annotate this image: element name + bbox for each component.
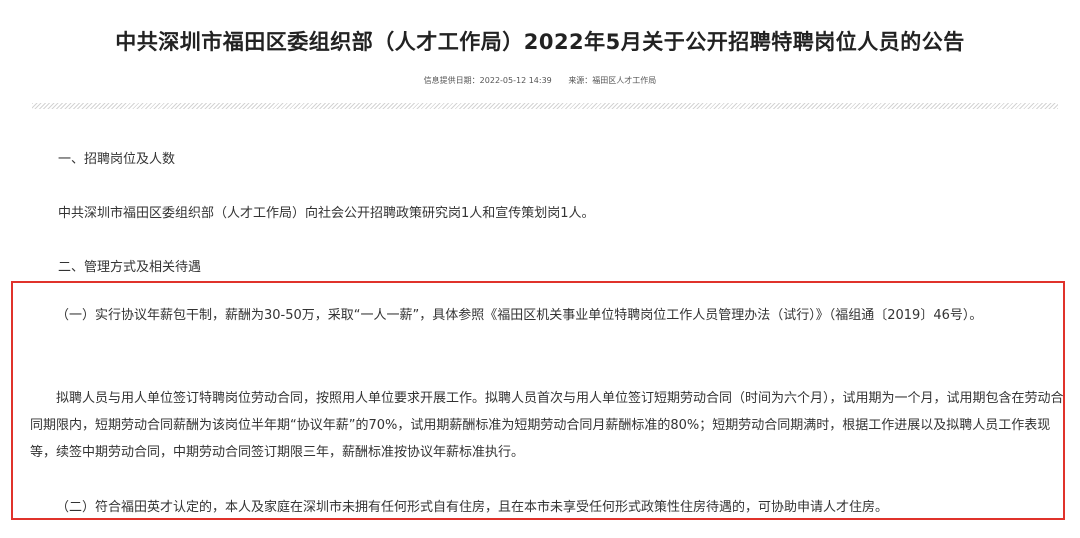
- divider: [32, 103, 1058, 109]
- item-salary: （一）实行协议年薪包干制，薪酬为30-50万，采取“一人一薪”，具体参照《福田区…: [56, 308, 983, 323]
- article-meta: 信息提供日期：2022-05-12 14:39 来源：福田区人才工作局: [0, 75, 1080, 86]
- item-contract-details: 拟聘人员与用人单位签订特聘岗位劳动合同，按照用人单位要求开展工作。拟聘人员首次与…: [30, 391, 1064, 460]
- publish-date: 信息提供日期：2022-05-12 14:39: [423, 76, 552, 85]
- section-heading-management: 二、管理方式及相关待遇: [58, 260, 202, 275]
- section-text-positions: 中共深圳市福田区委组织部（人才工作局）向社会公开招聘政策研究岗1人和宣传策划岗1…: [58, 206, 595, 221]
- section-heading-positions: 一、招聘岗位及人数: [58, 152, 176, 167]
- source-label: 来源：福田区人才工作局: [568, 76, 657, 85]
- item-housing: （二）符合福田英才认定的，本人及家庭在深圳市未拥有任何形式自有住房，且在本市未享…: [56, 500, 889, 515]
- page-title: 中共深圳市福田区委组织部（人才工作局）2022年5月关于公开招聘特聘岗位人员的公…: [115, 30, 965, 54]
